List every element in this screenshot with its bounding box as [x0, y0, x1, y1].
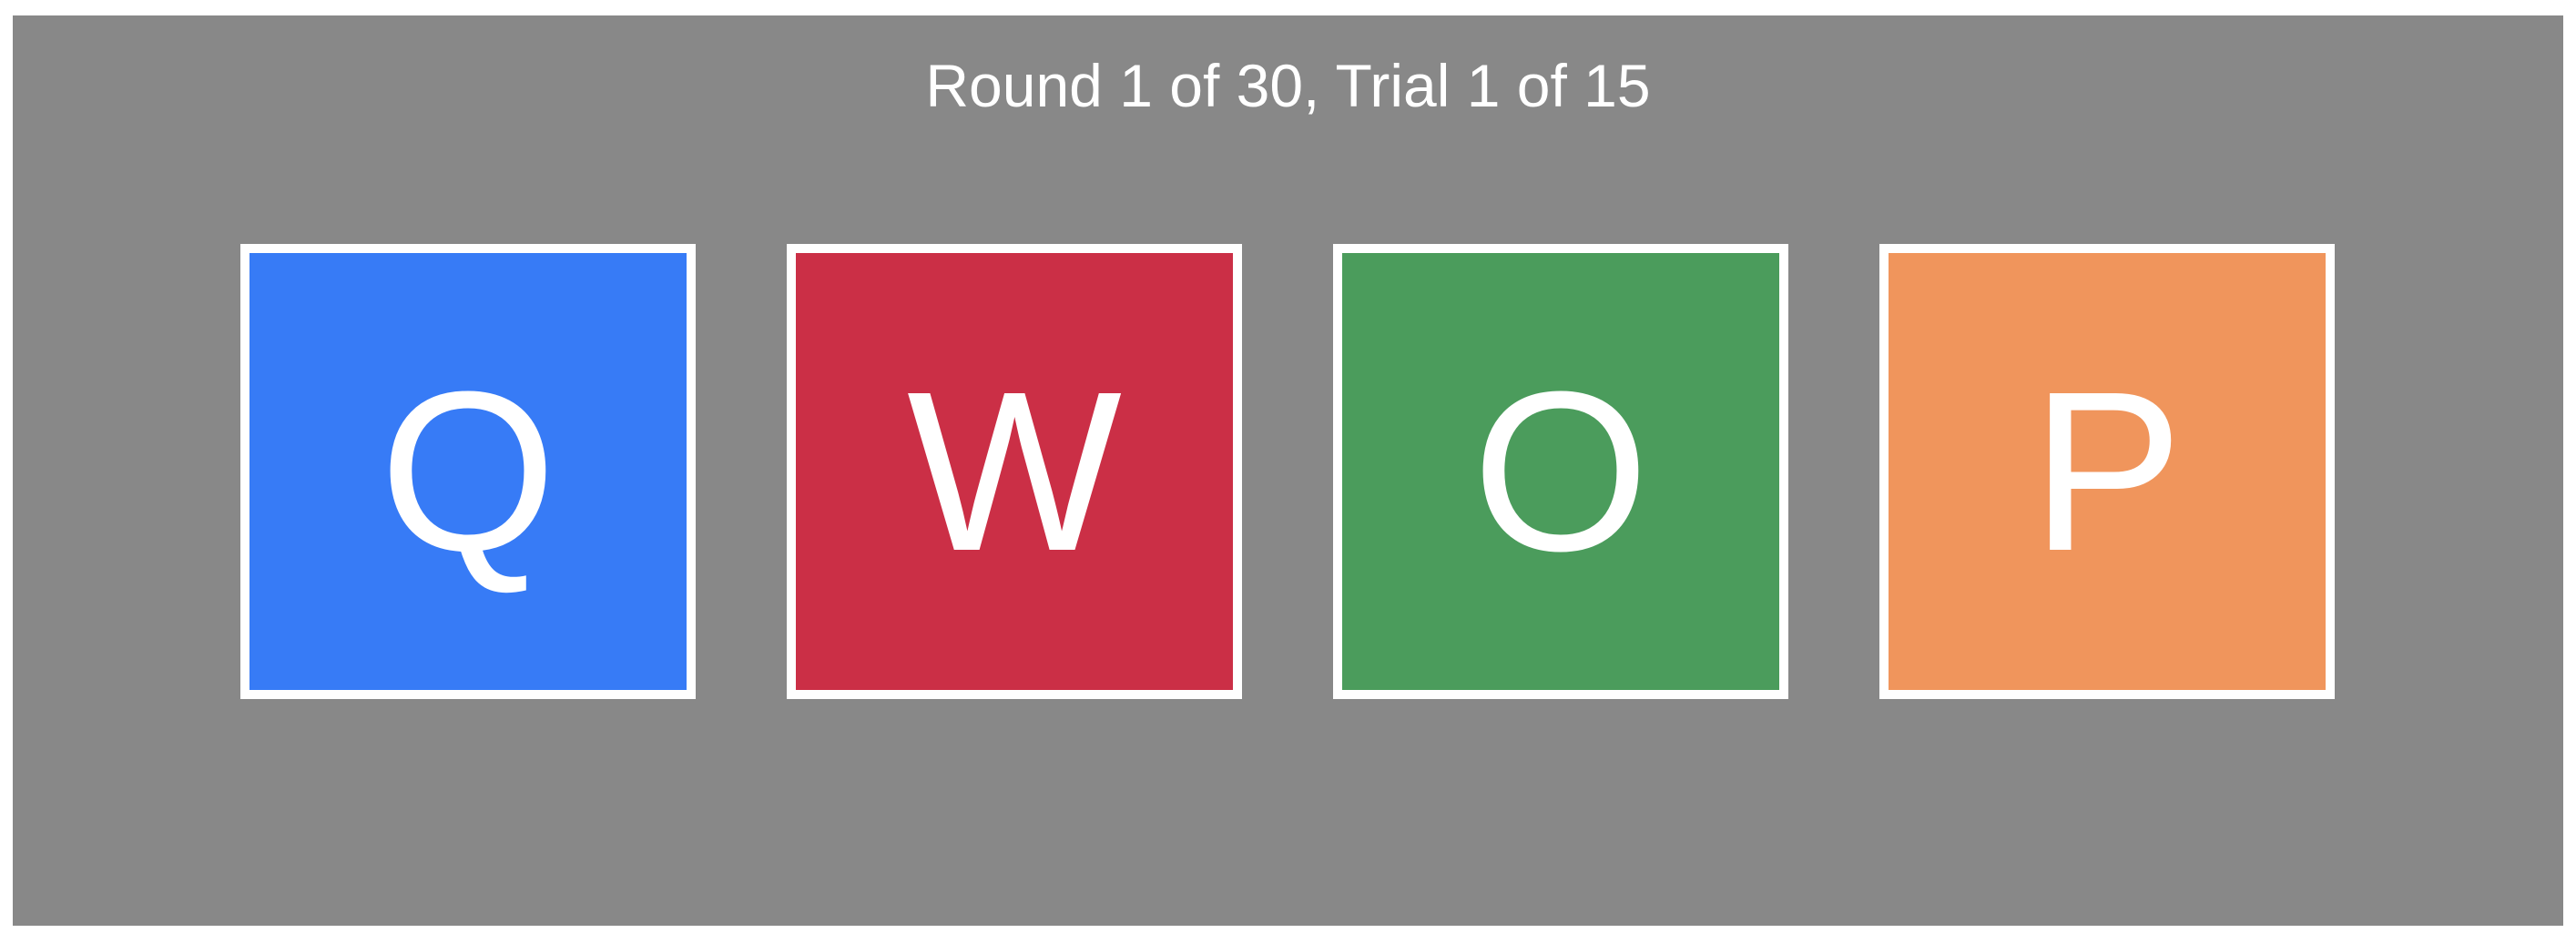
key-tile-w[interactable]: W: [787, 244, 1242, 699]
key-tile-o-letter: O: [1471, 344, 1650, 598]
game-stage: Round 1 of 30, Trial 1 of 15 Q W O P: [13, 15, 2563, 926]
key-tile-q-letter: Q: [379, 344, 557, 598]
key-tile-w-letter: W: [907, 344, 1122, 598]
round-trial-status: Round 1 of 30, Trial 1 of 15: [925, 52, 1651, 119]
key-tile-q[interactable]: Q: [240, 244, 696, 699]
key-tile-p-letter: P: [2031, 344, 2184, 598]
key-tile-o[interactable]: O: [1333, 244, 1788, 699]
key-tile-p[interactable]: P: [1879, 244, 2335, 699]
